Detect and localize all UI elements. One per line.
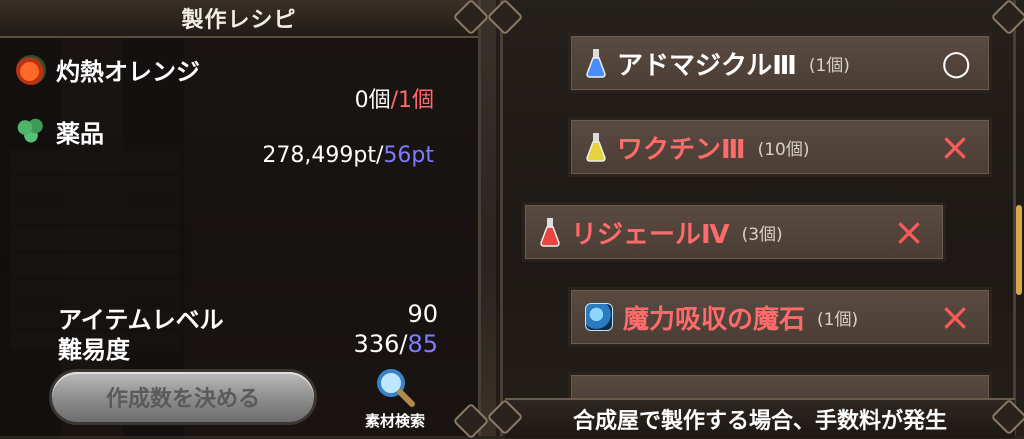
magic-stone-icon — [585, 303, 613, 331]
material-count-orange: 0個/1個 — [355, 82, 434, 114]
material-count-medicine: 278,499pt/56pt — [262, 143, 434, 168]
recipe-item[interactable]: ワクチンⅢ (10個) × — [568, 117, 992, 177]
recipe-quantity: (10個) — [757, 139, 810, 160]
recipe-item[interactable]: 魔力吸収の魔石 (1個) × — [568, 287, 992, 347]
recipe-quantity: (3個) — [741, 224, 783, 245]
material-name: 薬品 — [56, 120, 104, 148]
panel-title: 製作レシピ — [0, 0, 478, 38]
material-name: 灼熱オレンジ — [56, 58, 200, 86]
material-row-orange: 灼熱オレンジ — [16, 52, 200, 87]
material-search-label: 素材検索 — [364, 412, 425, 430]
recipe-item[interactable]: アドマジクルⅢ (1個) ○ — [568, 33, 992, 93]
recipe-detail-panel: 製作レシピ 灼熱オレンジ 0個/1個 薬品 278,499pt/56pt アイテ… — [0, 0, 481, 436]
material-have: 0個 — [354, 88, 391, 113]
material-need: 56pt — [383, 143, 434, 168]
recipe-name: ワクチンⅢ — [617, 134, 746, 165]
decide-quantity-button[interactable]: 作成数を決める — [52, 372, 314, 422]
orange-fruit-icon — [16, 54, 46, 85]
difficulty-required: 85 — [407, 330, 438, 358]
not-craftable-cross-icon: × — [939, 125, 971, 169]
not-craftable-cross-icon: × — [893, 210, 925, 254]
recipe-name: リジェールⅣ — [571, 219, 730, 250]
herb-icon — [16, 116, 46, 147]
flask-blue-icon — [586, 49, 606, 78]
recipe-quantity: (1個) — [808, 55, 850, 76]
recipe-item-selected[interactable]: リジェールⅣ (3個) × — [522, 202, 946, 262]
not-craftable-cross-icon: × — [939, 295, 971, 339]
material-search-button[interactable]: 素材検索 — [350, 366, 440, 434]
magnifier-icon — [377, 369, 415, 407]
scrollbar-thumb[interactable] — [1016, 205, 1022, 295]
recipe-name: アドマジクルⅢ — [617, 50, 797, 81]
recipe-name: 魔力吸収の魔石 — [623, 304, 806, 335]
stat-value-group: 336/85 — [354, 330, 438, 365]
fee-notice-bar: 合成屋で製作する場合、手数料が発生 — [505, 398, 1015, 438]
material-row-medicine: 薬品 — [16, 114, 104, 149]
material-have: 278,499pt — [262, 143, 376, 168]
material-need: 1個 — [398, 88, 434, 113]
flask-yellow-icon — [586, 133, 606, 162]
recipe-quantity: (1個) — [817, 309, 859, 330]
stat-label: 難易度 — [58, 336, 130, 364]
flask-red-icon — [540, 218, 560, 247]
craftable-circle-icon: ○ — [941, 43, 971, 83]
difficulty-current: 336 — [353, 330, 400, 358]
difficulty-row: 難易度 336/85 — [58, 330, 438, 365]
material-slash: / — [390, 88, 398, 113]
